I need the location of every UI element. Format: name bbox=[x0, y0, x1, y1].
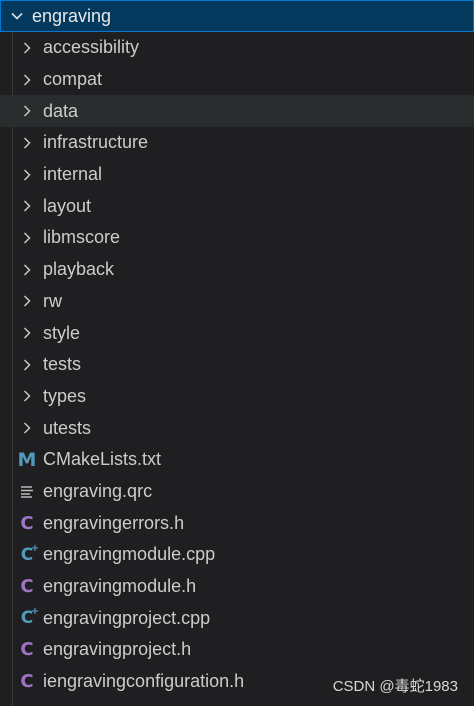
chevron-right-icon[interactable] bbox=[16, 136, 38, 150]
tree-folder-internal[interactable]: internal bbox=[0, 159, 474, 191]
tree-item-label: engravingproject.cpp bbox=[43, 607, 211, 628]
tree-folder-types[interactable]: types bbox=[0, 381, 474, 413]
tree-item-label: style bbox=[43, 322, 81, 343]
cpp-file-icon: C + bbox=[20, 606, 40, 629]
tree-item-label: utests bbox=[43, 417, 92, 438]
tree-folder-tests[interactable]: tests bbox=[0, 349, 474, 381]
tree-item-label: engraving.qrc bbox=[43, 480, 153, 501]
tree-file-engraving-qrc[interactable]: engraving.qrc bbox=[0, 476, 474, 508]
tree-item-label: engravingmodule.h bbox=[43, 576, 197, 597]
tree-item-label: libmscore bbox=[43, 227, 121, 248]
cmake-file-icon: M bbox=[17, 448, 37, 471]
tree-folder-playback[interactable]: playback bbox=[0, 254, 474, 286]
tree-folder-compat[interactable]: compat bbox=[0, 64, 474, 96]
tree-item-label: tests bbox=[43, 354, 82, 375]
tree-file-engravingerrors-h[interactable]: Cengravingerrors.h bbox=[0, 507, 474, 539]
c-header-icon: C bbox=[20, 671, 34, 693]
tree-item-label: engravingerrors.h bbox=[43, 512, 185, 533]
tree-folder-utests[interactable]: utests bbox=[0, 412, 474, 444]
chevron-right-icon[interactable] bbox=[16, 421, 38, 435]
c-header-icon: C bbox=[20, 576, 34, 598]
tree-file-engravingproject-cpp[interactable]: C + engravingproject.cpp bbox=[0, 602, 474, 634]
chevron-right-icon[interactable] bbox=[16, 199, 38, 213]
tree-item-label: types bbox=[43, 385, 87, 406]
chevron-right-icon[interactable] bbox=[16, 294, 38, 308]
tree-item-label: engravingmodule.cpp bbox=[43, 544, 216, 565]
tree-file-engravingmodule-cpp[interactable]: C + engravingmodule.cpp bbox=[0, 539, 474, 571]
chevron-right-icon[interactable] bbox=[16, 41, 38, 55]
watermark-text: CSDN @毒蛇1983 bbox=[332, 678, 458, 695]
chevron-right-icon[interactable] bbox=[16, 168, 38, 182]
tree-root-label: engraving bbox=[32, 5, 112, 26]
chevron-right-icon[interactable] bbox=[16, 104, 38, 118]
tree-item-label: rw bbox=[43, 290, 62, 311]
tree-item-label: CMakeLists.txt bbox=[43, 449, 162, 470]
chevron-right-icon[interactable] bbox=[16, 73, 38, 87]
tree-file-engravingmodule-h[interactable]: Cengravingmodule.h bbox=[0, 571, 474, 603]
chevron-down-icon[interactable] bbox=[6, 9, 28, 23]
chevron-right-icon[interactable] bbox=[16, 231, 38, 245]
tree-folder-style[interactable]: style bbox=[0, 317, 474, 349]
tree-item-label: infrastructure bbox=[43, 132, 149, 153]
tree-folder-libmscore[interactable]: libmscore bbox=[0, 222, 474, 254]
chevron-right-icon[interactable] bbox=[16, 358, 38, 372]
c-header-icon: C bbox=[20, 512, 34, 534]
tree-folder-layout[interactable]: layout bbox=[0, 190, 474, 222]
file-tree: accessibility compat data infrastructure int… bbox=[0, 32, 474, 697]
tree-item-label: internal bbox=[43, 164, 103, 185]
chevron-right-icon[interactable] bbox=[16, 389, 38, 403]
tree-item-label: layout bbox=[43, 195, 92, 216]
tree-folder-infrastructure[interactable]: infrastructure bbox=[0, 127, 474, 159]
chevron-right-icon[interactable] bbox=[16, 263, 38, 277]
c-header-icon: C bbox=[20, 639, 34, 661]
tree-item-label: accessibility bbox=[43, 37, 140, 58]
tree-file-cmakelists-txt[interactable]: M CMakeLists.txt bbox=[0, 444, 474, 476]
tree-item-label: playback bbox=[43, 259, 115, 280]
text-lines-icon bbox=[16, 484, 38, 499]
tree-file-engravingproject-h[interactable]: Cengravingproject.h bbox=[0, 634, 474, 666]
tree-item-label: engravingproject.h bbox=[43, 639, 192, 660]
chevron-right-icon[interactable] bbox=[16, 326, 38, 340]
tree-folder-accessibility[interactable]: accessibility bbox=[0, 32, 474, 64]
tree-item-label: iengravingconfiguration.h bbox=[43, 671, 245, 692]
tree-item-label: data bbox=[43, 100, 79, 121]
cpp-file-icon: C + bbox=[20, 542, 40, 565]
tree-folder-rw[interactable]: rw bbox=[0, 286, 474, 318]
tree-root-engraving[interactable]: engraving bbox=[0, 0, 474, 32]
tree-item-label: compat bbox=[43, 69, 103, 90]
file-explorer: engraving accessibility compat data infrast… bbox=[0, 0, 474, 706]
tree-folder-data[interactable]: data bbox=[0, 95, 474, 128]
